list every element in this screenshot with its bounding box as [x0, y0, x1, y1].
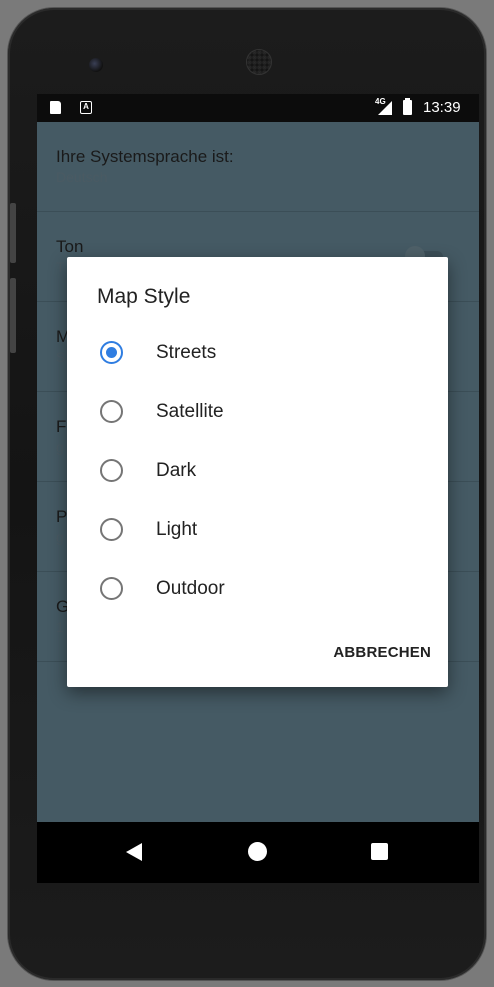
map-style-dialog: Map Style Streets Satellite Dark Light O… [67, 257, 448, 687]
option-label: Satellite [156, 401, 224, 422]
setting-system-language[interactable]: Ihre Systemsprache ist: Deutsch [37, 122, 479, 212]
radio-unchecked-icon[interactable] [100, 518, 123, 541]
status-time: 13:39 [423, 99, 461, 116]
option-label: Dark [156, 460, 197, 481]
option-streets[interactable]: Streets [67, 323, 448, 382]
battery-charging-icon [403, 98, 412, 115]
dialog-title: Map Style [97, 285, 191, 308]
front-camera [89, 58, 103, 72]
option-label: Streets [156, 342, 217, 363]
phone-frame: A 4G 13:39 Ihre Systemsprache ist: Deuts… [8, 8, 486, 980]
screen: A 4G 13:39 Ihre Systemsprache ist: Deuts… [37, 94, 479, 883]
recent-apps-icon[interactable] [371, 843, 388, 860]
option-satellite[interactable]: Satellite [67, 382, 448, 441]
cancel-button[interactable]: ABBRECHEN [307, 635, 431, 671]
text-a-icon: A [80, 101, 92, 114]
status-bar: A 4G 13:39 [37, 94, 479, 122]
power-button [10, 278, 16, 353]
option-outdoor[interactable]: Outdoor [67, 559, 448, 618]
radio-unchecked-icon[interactable] [100, 577, 123, 600]
earpiece-speaker [246, 49, 272, 75]
navigation-bar [37, 822, 479, 883]
option-light[interactable]: Light [67, 500, 448, 559]
home-icon[interactable] [248, 842, 267, 861]
radio-checked-icon[interactable] [100, 341, 123, 364]
setting-title: Ihre Systemsprache ist: [56, 147, 234, 166]
volume-button [10, 203, 16, 263]
option-dark[interactable]: Dark [67, 441, 448, 500]
sd-card-icon [50, 101, 61, 114]
option-label: Outdoor [156, 578, 225, 599]
radio-unchecked-icon[interactable] [100, 459, 123, 482]
option-label: Light [156, 519, 198, 540]
back-icon[interactable] [126, 843, 142, 861]
signal-icon [378, 101, 392, 115]
setting-summary: Deutsch [56, 169, 108, 185]
radio-unchecked-icon[interactable] [100, 400, 123, 423]
